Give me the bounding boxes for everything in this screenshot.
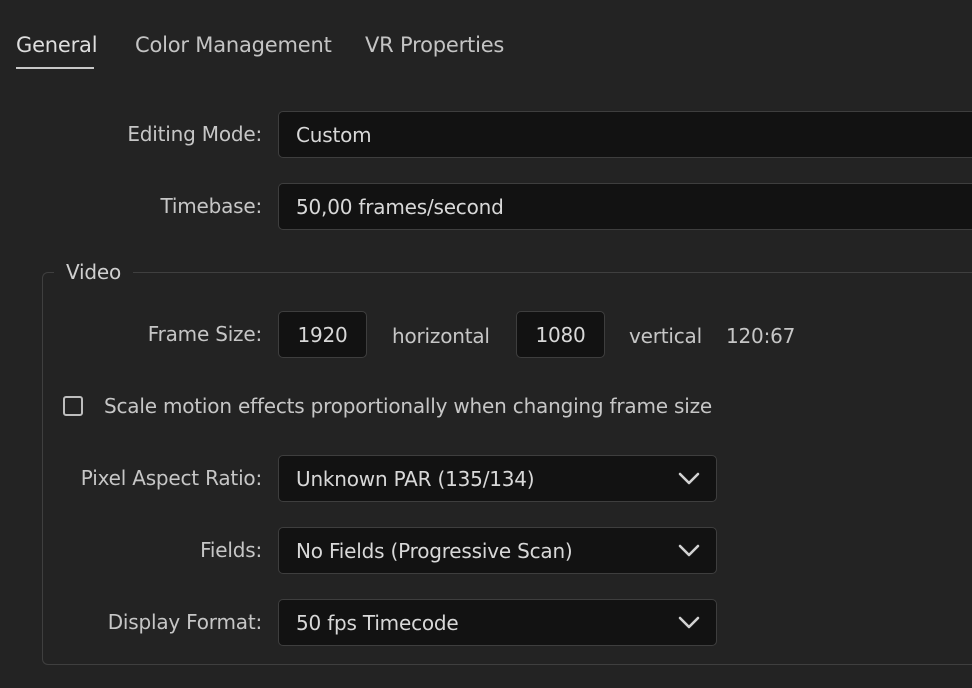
timebase-value: 50,00 frames/second [296,194,504,219]
pixel-aspect-ratio-select[interactable]: Unknown PAR (135/134) [278,455,717,502]
display-format-select[interactable]: 50 fps Timecode [278,599,717,646]
tab-vr-properties[interactable]: VR Properties [365,33,504,57]
horizontal-label: horizontal [392,324,490,348]
tab-bar: General Color Management VR Properties [0,0,972,70]
editing-mode-field[interactable]: Custom [278,111,972,158]
frame-height-value: 1080 [535,322,586,347]
chevron-down-icon [678,616,700,628]
editing-mode-label: Editing Mode: [127,122,262,146]
active-tab-indicator [16,67,94,69]
display-format-label: Display Format: [107,610,262,634]
timebase-label: Timebase: [160,194,262,218]
frame-width-value: 1920 [297,322,348,347]
fields-label: Fields: [200,538,262,562]
fields-value: No Fields (Progressive Scan) [296,538,573,563]
frame-size-label: Frame Size: [147,322,262,346]
vertical-label: vertical [629,324,702,348]
tab-general[interactable]: General [16,33,98,57]
fields-select[interactable]: No Fields (Progressive Scan) [278,527,717,574]
frame-height-input[interactable]: 1080 [516,311,605,358]
video-group-title: Video [54,260,134,284]
pixel-aspect-ratio-value: Unknown PAR (135/134) [296,466,535,491]
chevron-down-icon [678,472,700,484]
pixel-aspect-ratio-label: Pixel Aspect Ratio: [80,466,262,490]
scale-motion-checkbox[interactable] [63,396,83,416]
display-format-value: 50 fps Timecode [296,610,459,635]
chevron-down-icon [678,544,700,556]
tab-color-management[interactable]: Color Management [135,33,332,57]
frame-width-input[interactable]: 1920 [278,311,367,358]
scale-motion-label[interactable]: Scale motion effects proportionally when… [104,394,712,418]
timebase-field[interactable]: 50,00 frames/second [278,183,972,230]
editing-mode-value: Custom [296,122,372,147]
frame-aspect-ratio: 120:67 [726,324,796,348]
sequence-settings-general: General Color Management VR Properties E… [0,0,972,688]
